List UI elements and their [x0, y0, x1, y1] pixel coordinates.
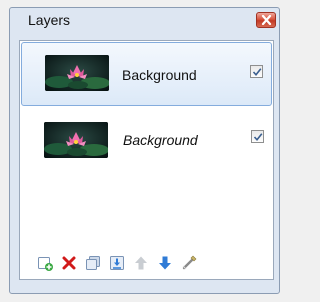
window-title: Layers	[28, 12, 71, 28]
layer-visibility-checkbox[interactable]	[250, 65, 263, 78]
layer-thumbnail	[45, 55, 109, 91]
layer-properties-button[interactable]	[181, 255, 197, 271]
move-layer-down-icon	[159, 256, 171, 270]
layer-thumbnail	[44, 122, 108, 158]
move-layer-up-icon	[135, 256, 147, 270]
layer-item[interactable]: Background	[21, 42, 272, 106]
layer-name: Background	[123, 132, 198, 148]
move-layer-down-button[interactable]	[157, 255, 173, 271]
merge-layer-down-icon	[110, 256, 124, 270]
move-layer-up-button[interactable]	[133, 255, 149, 271]
layers-list: Background Background	[19, 40, 274, 280]
layer-properties-icon	[182, 255, 197, 270]
close-button[interactable]	[256, 12, 276, 28]
layer-item[interactable]: Background	[21, 110, 272, 174]
layers-toolbar	[19, 249, 272, 277]
layer-name: Background	[122, 67, 197, 83]
checkmark-icon	[252, 68, 262, 77]
add-layer-button[interactable]	[37, 255, 53, 271]
layer-visibility-checkbox[interactable]	[251, 130, 264, 143]
layers-window: Layers Background Background	[9, 7, 280, 294]
duplicate-layer-button[interactable]	[85, 255, 101, 271]
merge-layer-down-button[interactable]	[109, 255, 125, 271]
add-layer-icon	[38, 257, 53, 271]
checkmark-icon	[253, 133, 263, 142]
duplicate-layer-icon	[86, 256, 100, 270]
delete-layer-icon	[62, 256, 76, 270]
close-icon	[261, 15, 272, 25]
delete-layer-button[interactable]	[61, 255, 77, 271]
